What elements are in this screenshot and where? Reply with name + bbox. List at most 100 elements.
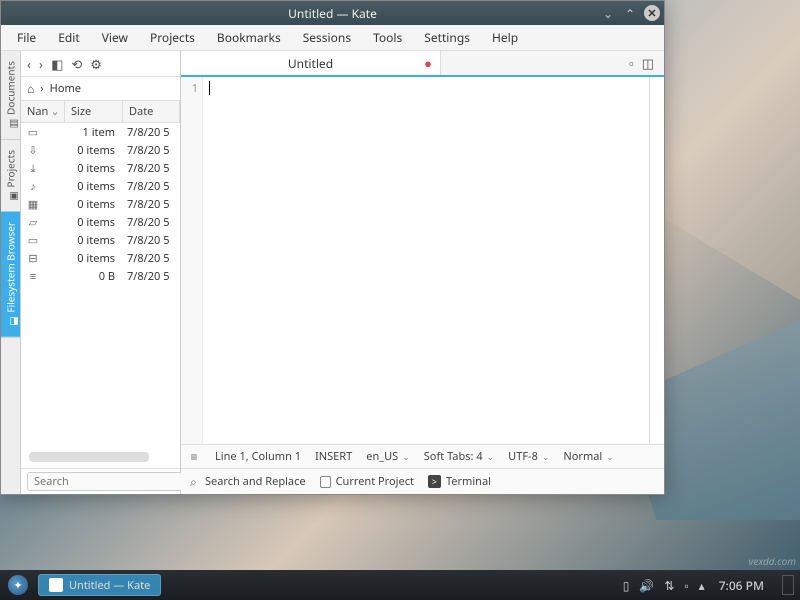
left-tool-tabs: ▤Documents ▣Projects ◧Filesystem Browser [1,51,21,494]
volume-tray-icon[interactable]: 🔊 [639,577,654,594]
text-editor[interactable] [203,77,650,444]
project-icon [320,476,331,488]
device-tray-icon[interactable]: ⇅ [664,577,674,594]
panel-terminal[interactable]: >Terminal [428,474,491,489]
menubar: File Edit View Projects Bookmarks Sessio… [1,25,664,51]
line-number-gutter: 1 [181,77,203,444]
template-icon: ▭ [21,233,41,248]
panel-search-replace[interactable]: ⌕Search and Replace [187,474,306,489]
chevron-down-icon: ⌄ [606,450,614,463]
folder-icon: ▭ [21,125,41,140]
file-icon: ≡ [21,269,41,284]
highlight-selector[interactable]: Normal⌄ [563,449,613,464]
search-input[interactable] [27,472,199,491]
panel-current-project[interactable]: Current Project [320,474,414,489]
video-icon: ⊟ [21,251,41,266]
menu-sessions[interactable]: Sessions [293,25,361,50]
insert-mode[interactable]: INSERT [315,449,352,464]
chevron-down-icon: ⌄ [542,450,550,463]
kde-logo-icon: ✦ [8,575,28,595]
list-item[interactable]: ▱0 items7/8/20 5 [21,213,180,231]
show-desktop-button[interactable] [782,575,794,595]
chevron-down-icon: ⌄ [402,450,410,463]
system-tray: ▯ 🔊 ⇅ ▫ ▴ 7:06 PM [623,575,800,595]
kate-window: Untitled — Kate ⌄ ⌃ ✕ File Edit View Pro… [0,0,665,495]
tab-title: Untitled [288,55,333,72]
cursor-position[interactable]: Line 1, Column 1 [215,449,301,464]
document-tab[interactable]: Untitled ● [181,51,441,75]
menu-tools[interactable]: Tools [363,25,412,50]
titlebar[interactable]: Untitled — Kate ⌄ ⌃ ✕ [1,1,664,25]
bookmark-icon[interactable]: ◧ [51,55,63,73]
download-folder-icon: ⇩ [21,143,41,158]
folder-icon: ◧ [6,317,16,327]
breadcrumb[interactable]: ⌂ › Home [21,77,180,101]
public-folder-icon: ▱ [21,215,41,230]
menu-edit[interactable]: Edit [48,25,89,50]
home-icon[interactable]: ⌂ [27,80,34,97]
horizontal-scrollbar[interactable] [29,452,149,462]
maximize-button[interactable]: ⌃ [622,5,638,21]
chevron-down-icon: ⌄ [487,450,495,463]
list-item[interactable]: ▭0 items7/8/20 5 [21,231,180,249]
projects-icon: ▣ [6,191,16,201]
menu-view[interactable]: View [92,25,138,50]
menu-bookmarks[interactable]: Bookmarks [207,25,291,50]
file-list: ▭1 item7/8/20 5 ⇩0 items7/8/20 5 ⤓0 item… [21,123,180,446]
documents-icon: ▤ [6,119,16,129]
start-button[interactable]: ✦ [4,571,32,599]
line-number: 1 [181,81,198,96]
close-button[interactable]: ✕ [644,5,660,21]
file-list-header: Nan⌄ Size Date [21,101,180,123]
sidebar-nav: ‹ › ◧ ⟲ ⚙ [21,51,180,77]
list-item[interactable]: ▭1 item7/8/20 5 [21,123,180,141]
editor-pane: Untitled ● ▫ ◫ 1 ≡ Line 1, Column [181,51,664,494]
tray-expand-icon[interactable]: ▴ [699,577,705,594]
column-size[interactable]: Size [65,101,123,122]
minimize-button[interactable]: ⌄ [600,5,616,21]
status-menu-icon[interactable]: ≡ [187,450,201,464]
menu-file[interactable]: File [7,25,46,50]
download-icon: ⤓ [21,161,41,176]
filesystem-sidebar: ‹ › ◧ ⟲ ⚙ ⌂ › Home Nan⌄ Size Date ▭1 ite… [21,51,181,494]
menu-projects[interactable]: Projects [140,25,205,50]
close-tab-icon[interactable]: ● [424,54,432,72]
options-icon[interactable]: ⚙ [90,55,102,73]
terminal-icon: > [428,475,441,488]
tab-projects[interactable]: ▣Projects [1,140,20,212]
tab-filesystem-browser[interactable]: ◧Filesystem Browser [1,212,20,338]
list-item[interactable]: ⤓0 items7/8/20 5 [21,159,180,177]
list-item[interactable]: ⊟0 items7/8/20 5 [21,249,180,267]
nav-forward-icon[interactable]: › [39,55,43,73]
sync-icon[interactable]: ⟲ [71,55,82,73]
new-document-icon[interactable]: ▫ [629,54,634,72]
clock[interactable]: 7:06 PM [715,577,768,594]
clipboard-tray-icon[interactable]: ▯ [623,577,630,594]
list-item[interactable]: ⇩0 items7/8/20 5 [21,141,180,159]
breadcrumb-home[interactable]: Home [50,81,81,96]
status-bar: ≡ Line 1, Column 1 INSERT en_US⌄ Soft Ta… [181,444,664,468]
menu-settings[interactable]: Settings [414,25,480,50]
encoding-selector[interactable]: UTF-8⌄ [508,449,549,464]
tab-documents[interactable]: ▤Documents [1,51,20,140]
tab-mode-selector[interactable]: Soft Tabs: 4⌄ [424,449,494,464]
column-date[interactable]: Date [123,101,180,122]
kate-app-icon [49,578,63,592]
window-title: Untitled — Kate [288,5,377,22]
network-tray-icon[interactable]: ▫ [684,577,688,594]
list-item[interactable]: ♪0 items7/8/20 5 [21,177,180,195]
bottom-tool-tabs: ⌕Search and Replace Current Project >Ter… [181,468,664,494]
search-icon: ⌕ [187,475,200,488]
taskbar: ✦ Untitled — Kate ▯ 🔊 ⇅ ▫ ▴ 7:06 PM [0,570,800,600]
list-item[interactable]: ≡0 B7/8/20 5 [21,267,180,285]
text-cursor [209,81,210,95]
nav-back-icon[interactable]: ‹ [27,55,31,73]
locale-selector[interactable]: en_US⌄ [366,449,410,464]
column-name[interactable]: Nan⌄ [21,101,65,122]
taskbar-entry-kate[interactable]: Untitled — Kate [38,574,161,596]
editor-body: 1 [181,77,664,444]
menu-help[interactable]: Help [482,25,528,50]
split-view-icon[interactable]: ◫ [642,54,654,72]
list-item[interactable]: ▦0 items7/8/20 5 [21,195,180,213]
document-tab-bar: Untitled ● ▫ ◫ [181,51,664,77]
